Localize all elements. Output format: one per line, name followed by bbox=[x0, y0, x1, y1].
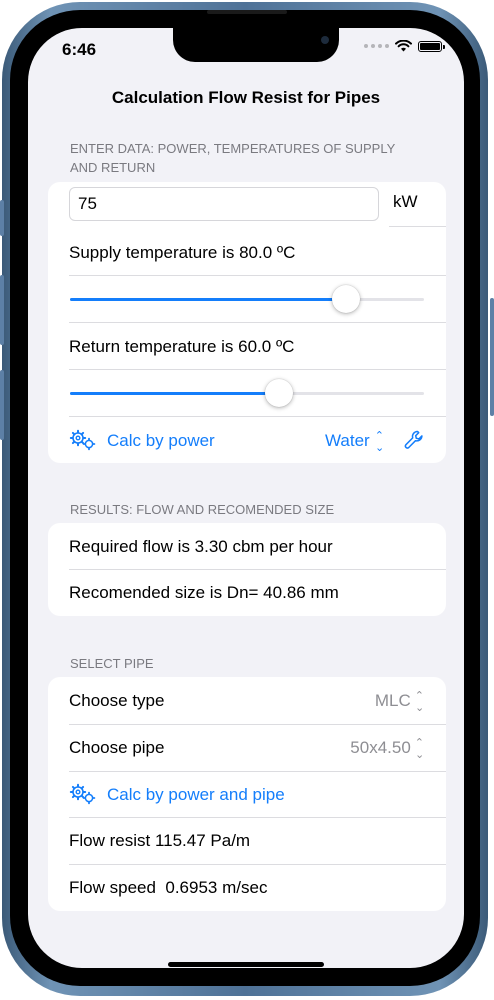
calc-by-power-row[interactable]: Calc by power Water ⌃ ⌃ bbox=[48, 417, 446, 464]
volume-down-button bbox=[0, 370, 4, 440]
input-header-line-1: ENTER DATA: POWER, TEMPERATURES OF SUPPL… bbox=[70, 141, 396, 156]
up-down-chevron-icon: ⌃ ⌃ bbox=[414, 736, 424, 759]
fluid-picker[interactable]: Water ⌃ ⌃ bbox=[325, 429, 384, 452]
gears-icon bbox=[69, 783, 96, 805]
supply-temp-slider[interactable] bbox=[70, 285, 424, 313]
power-unit-label: kW bbox=[393, 192, 418, 211]
fluid-value: Water bbox=[325, 430, 370, 450]
power-button bbox=[490, 298, 494, 416]
input-card: 75 kW Supply temperature is 80.0 ºC Retu… bbox=[48, 182, 446, 463]
return-temp-row: Return temperature is 60.0 ºC bbox=[48, 323, 446, 370]
slider-fill bbox=[70, 392, 279, 395]
required-flow-text: Required flow is 3.30 cbm per hour bbox=[69, 536, 333, 556]
choose-pipe-row[interactable]: Choose pipe 50x4.50 ⌃ ⌃ bbox=[48, 724, 446, 771]
pipe-picker[interactable]: 50x4.50 ⌃ ⌃ bbox=[350, 736, 424, 759]
wifi-icon bbox=[395, 40, 412, 52]
required-flow-row: Required flow is 3.30 cbm per hour bbox=[48, 523, 446, 570]
divider bbox=[69, 369, 446, 370]
input-header-line-2: AND RETURN bbox=[70, 160, 156, 175]
divider bbox=[69, 275, 446, 276]
calc-by-power-and-pipe-button[interactable]: Calc by power and pipe bbox=[107, 785, 285, 805]
screen: 6:46 Calculation Flow Resist for Pipes E… bbox=[28, 28, 464, 968]
flow-speed-text: Flow speed 0.6953 m/sec bbox=[69, 877, 268, 897]
type-picker[interactable]: MLC ⌃ ⌃ bbox=[374, 689, 424, 712]
supply-temp-label: Supply temperature is 80.0 ºC bbox=[69, 242, 296, 262]
up-down-chevron-icon: ⌃ ⌃ bbox=[374, 429, 384, 452]
volume-up-button bbox=[0, 275, 4, 345]
calc-by-power-and-pipe-row[interactable]: Calc by power and pipe bbox=[48, 771, 446, 818]
pipe-card: Choose type MLC ⌃ ⌃ Choose pipe 50x4.50 ⌃… bbox=[48, 677, 446, 911]
slider-thumb[interactable] bbox=[332, 285, 361, 313]
calc-by-power-button[interactable]: Calc by power bbox=[107, 431, 215, 451]
notch bbox=[173, 28, 339, 62]
type-value: MLC bbox=[374, 690, 411, 710]
home-indicator[interactable] bbox=[168, 962, 324, 967]
choose-pipe-label: Choose pipe bbox=[69, 737, 165, 757]
pipe-value: 50x4.50 bbox=[350, 737, 411, 757]
silent-switch bbox=[0, 200, 4, 236]
wrench-icon[interactable] bbox=[403, 429, 425, 451]
flow-resist-row: Flow resist 115.47 Pa/m bbox=[48, 817, 446, 864]
slider-fill bbox=[70, 298, 347, 301]
input-section-header: ENTER DATA: POWER, TEMPERATURES OF SUPPL… bbox=[70, 139, 430, 177]
unit-divider bbox=[389, 226, 446, 227]
flow-resist-text: Flow resist 115.47 Pa/m bbox=[69, 830, 251, 850]
battery-icon bbox=[418, 40, 445, 52]
page-title: Calculation Flow Resist for Pipes bbox=[111, 88, 381, 107]
flow-speed-row: Flow speed 0.6953 m/sec bbox=[48, 864, 446, 911]
gears-icon bbox=[69, 429, 96, 451]
status-icons bbox=[364, 40, 445, 52]
choose-type-row[interactable]: Choose type MLC ⌃ ⌃ bbox=[48, 677, 446, 724]
power-input[interactable]: 75 bbox=[69, 187, 379, 221]
status-time: 6:46 bbox=[62, 40, 97, 59]
recommended-size-text: Recomended size is Dn= 40.86 mm bbox=[69, 582, 339, 602]
results-section-header: RESULTS: FLOW AND RECOMENDED SIZE bbox=[70, 502, 335, 517]
return-temp-label: Return temperature is 60.0 ºC bbox=[69, 336, 295, 356]
recommended-size-row: Recomended size is Dn= 40.86 mm bbox=[48, 569, 446, 616]
up-down-chevron-icon: ⌃ ⌃ bbox=[414, 689, 424, 712]
signal-dots-icon bbox=[364, 44, 389, 48]
supply-temp-row: Supply temperature is 80.0 ºC bbox=[48, 229, 446, 276]
camera bbox=[321, 36, 329, 44]
return-temp-slider[interactable] bbox=[70, 379, 424, 407]
speaker-grille bbox=[207, 10, 287, 14]
results-card: Required flow is 3.30 cbm per hour Recom… bbox=[48, 523, 446, 616]
pipe-section-header: SELECT PIPE bbox=[70, 656, 154, 671]
slider-thumb[interactable] bbox=[264, 379, 293, 407]
choose-type-label: Choose type bbox=[69, 690, 165, 710]
